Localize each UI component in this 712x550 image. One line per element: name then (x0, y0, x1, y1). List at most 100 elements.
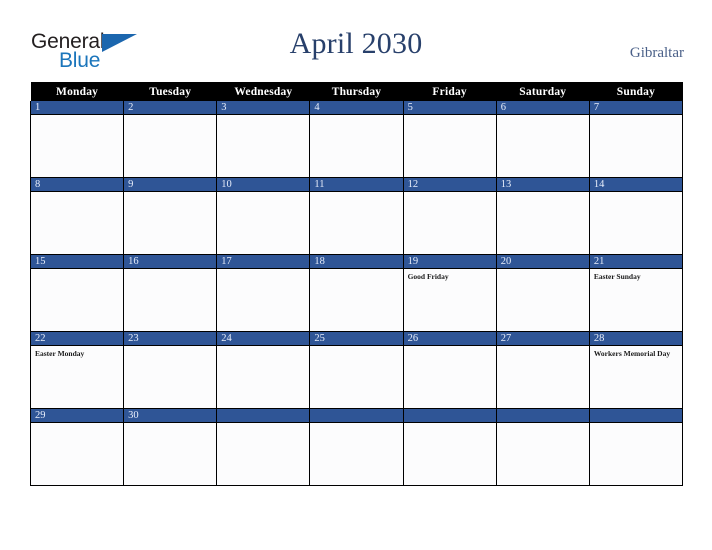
calendar-day-cell[interactable]: 13 (495, 177, 590, 255)
calendar-day-cell[interactable] (588, 408, 684, 486)
day-cell-content: 8 (31, 178, 123, 254)
day-cell-content: 4 (310, 101, 403, 177)
day-cell-content: 26 (404, 332, 496, 408)
weekday-header-row: Monday Tuesday Wednesday Thursday Friday… (30, 82, 683, 101)
calendar-day-cell[interactable] (402, 408, 497, 486)
calendar-day-cell[interactable]: 6 (495, 101, 590, 178)
day-events: Workers Memorial Day (590, 346, 681, 358)
calendar-day-cell[interactable]: 15 (29, 254, 125, 332)
day-events (218, 423, 309, 426)
day-events (125, 192, 216, 195)
day-events (404, 192, 495, 195)
day-cell-content: 2 (124, 101, 216, 177)
calendar-week-row: 15 16 17 18 19 Good Friday 20 21 Easter Sunday (29, 254, 684, 332)
day-events (218, 269, 309, 272)
calendar-day-cell[interactable]: 1 (29, 101, 125, 178)
day-cell-content: 21 Easter Sunday (590, 255, 682, 331)
calendar-day-cell[interactable]: 8 (29, 177, 125, 255)
weekday-header-saturday: Saturday (496, 82, 590, 101)
day-number: 1 (31, 101, 123, 115)
calendar-header-row: Monday Tuesday Wednesday Thursday Friday… (30, 82, 683, 101)
calendar-body: 1 2 3 4 5 6 7 8 9 10 11 12 13 14 15 16 17 18 19 Good Friday… (29, 101, 684, 486)
calendar-day-cell[interactable] (495, 408, 590, 486)
day-events (497, 269, 588, 272)
calendar-day-cell[interactable]: 19 Good Friday (402, 254, 497, 332)
calendar-day-cell[interactable]: 28 Workers Memorial Day (588, 331, 684, 409)
day-number: 8 (31, 178, 123, 192)
day-events (404, 115, 495, 118)
calendar-day-cell[interactable]: 18 (309, 254, 404, 332)
day-cell-content: 9 (124, 178, 216, 254)
day-number: 19 (404, 255, 496, 269)
calendar-day-cell[interactable]: 14 (588, 177, 684, 255)
calendar-day-cell[interactable]: 22 Easter Monday (29, 331, 125, 409)
day-cell-content (310, 409, 403, 485)
day-events (125, 269, 216, 272)
calendar-day-cell[interactable]: 11 (309, 177, 404, 255)
calendar-day-cell[interactable]: 23 (123, 331, 218, 409)
day-events (218, 115, 309, 118)
day-events (218, 346, 309, 349)
day-number: 28 (590, 332, 682, 346)
day-cell-content (217, 409, 309, 485)
day-events (125, 346, 216, 349)
day-events (32, 423, 123, 426)
weekday-header-friday: Friday (403, 82, 497, 101)
calendar-day-cell[interactable]: 26 (402, 331, 497, 409)
calendar-day-cell[interactable]: 7 (588, 101, 684, 178)
day-events (497, 423, 588, 426)
day-events (590, 192, 681, 195)
calendar-day-cell[interactable]: 17 (216, 254, 311, 332)
day-number (217, 409, 309, 423)
calendar-day-cell[interactable]: 9 (123, 177, 218, 255)
calendar-day-cell[interactable] (216, 408, 311, 486)
day-events (311, 192, 402, 195)
day-cell-content: 6 (497, 101, 589, 177)
calendar-day-cell[interactable]: 30 (123, 408, 218, 486)
calendar-day-cell[interactable] (309, 408, 404, 486)
calendar-day-cell[interactable]: 29 (29, 408, 125, 486)
day-cell-content: 30 (124, 409, 216, 485)
day-number: 11 (310, 178, 403, 192)
day-number: 18 (310, 255, 403, 269)
calendar-day-cell[interactable]: 20 (495, 254, 590, 332)
calendar-grid: Monday Tuesday Wednesday Thursday Friday… (29, 82, 684, 486)
calendar-day-cell[interactable]: 27 (495, 331, 590, 409)
calendar-week-row: 22 Easter Monday 23 24 25 26 27 28 Workers Memor… (29, 331, 684, 409)
day-cell-content: 3 (217, 101, 309, 177)
day-cell-content: 19 Good Friday (404, 255, 496, 331)
day-events (311, 346, 402, 349)
calendar-day-cell[interactable]: 2 (123, 101, 218, 178)
calendar-day-cell[interactable]: 21 Easter Sunday (588, 254, 684, 332)
calendar-day-cell[interactable]: 24 (216, 331, 311, 409)
day-events: Good Friday (404, 269, 495, 281)
calendar-day-cell[interactable]: 4 (309, 101, 404, 178)
calendar-day-cell[interactable]: 25 (309, 331, 404, 409)
day-number: 9 (124, 178, 216, 192)
day-number: 22 (31, 332, 123, 346)
day-cell-content: 25 (310, 332, 403, 408)
day-cell-content: 18 (310, 255, 403, 331)
day-events (32, 115, 123, 118)
day-cell-content: 27 (497, 332, 589, 408)
day-events (404, 423, 495, 426)
day-number: 24 (217, 332, 309, 346)
day-cell-content: 16 (124, 255, 216, 331)
calendar-day-cell[interactable]: 10 (216, 177, 311, 255)
day-events (497, 346, 588, 349)
calendar-day-cell[interactable]: 16 (123, 254, 218, 332)
day-number (310, 409, 403, 423)
calendar-day-cell[interactable]: 3 (216, 101, 311, 178)
day-number: 21 (590, 255, 682, 269)
holiday-label: Workers Memorial Day (593, 349, 671, 358)
day-number (590, 409, 682, 423)
day-cell-content: 12 (404, 178, 496, 254)
day-cell-content: 1 (31, 101, 123, 177)
day-number: 17 (217, 255, 309, 269)
day-events (218, 192, 309, 195)
calendar-day-cell[interactable]: 12 (402, 177, 497, 255)
day-number: 20 (497, 255, 589, 269)
calendar-day-cell[interactable]: 5 (402, 101, 497, 178)
day-cell-content: 14 (590, 178, 682, 254)
day-number (404, 409, 496, 423)
